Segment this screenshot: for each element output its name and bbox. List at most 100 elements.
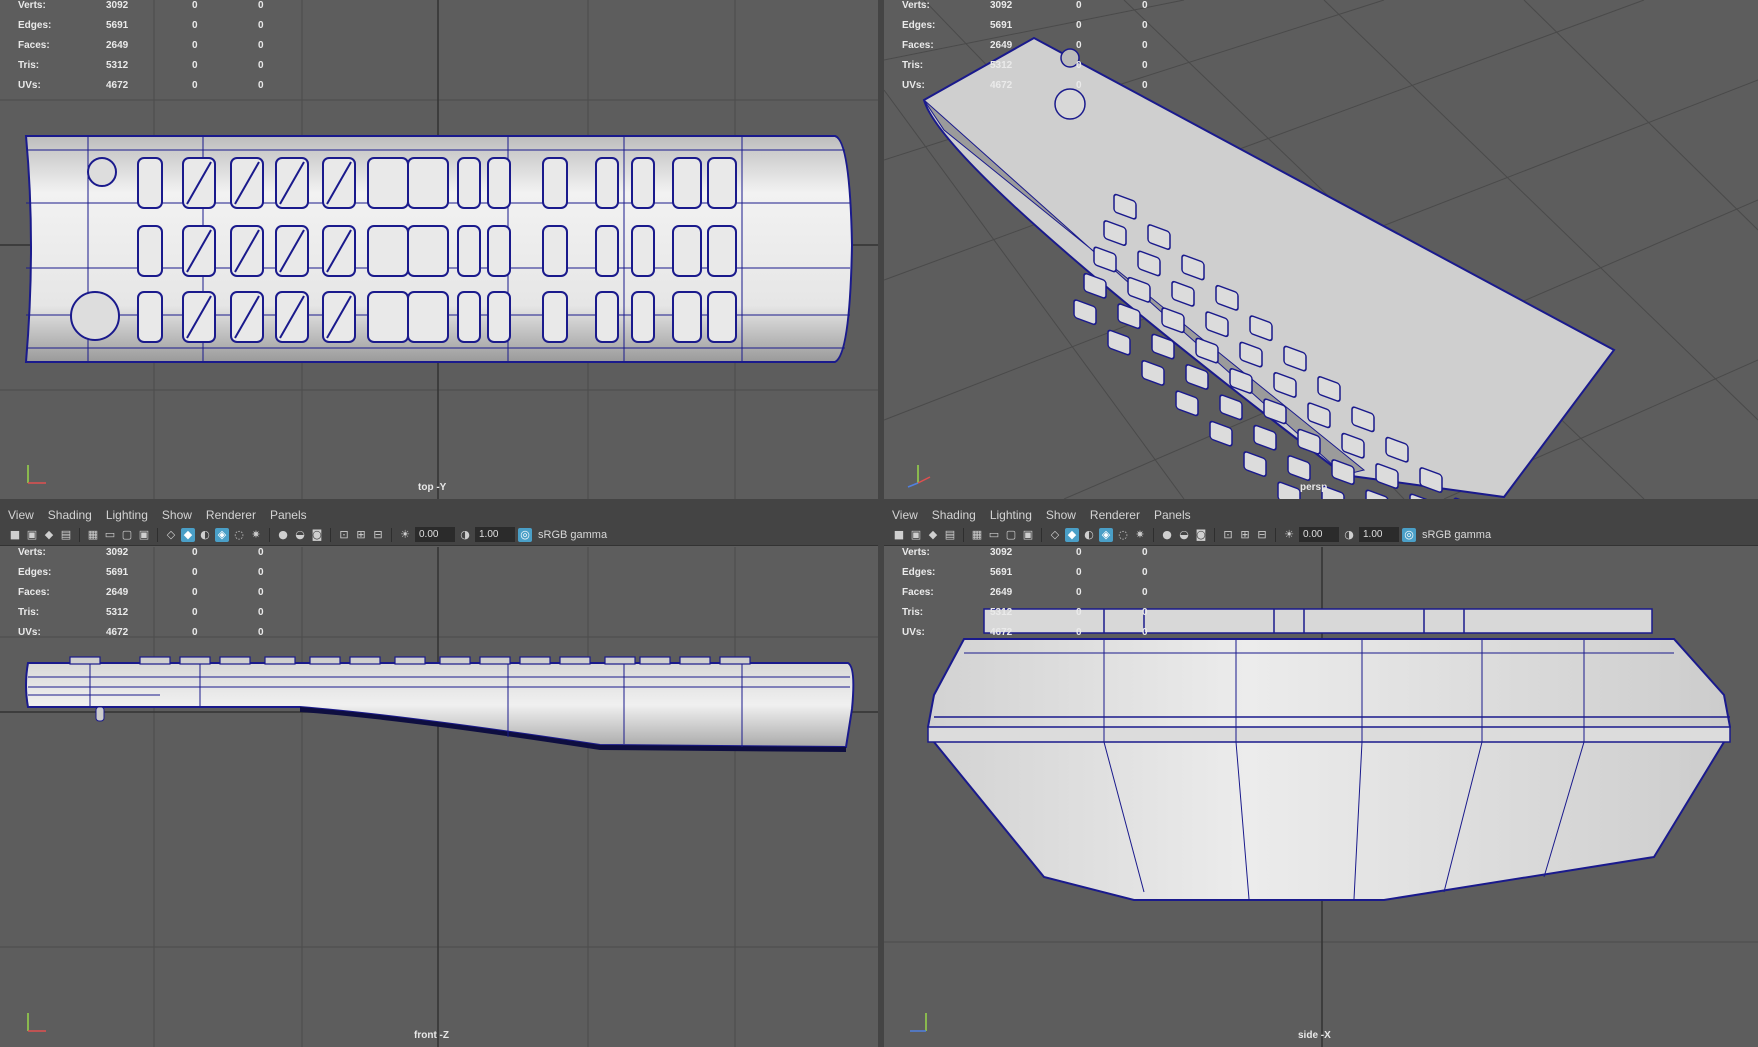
lights-icon[interactable]: ✷ <box>1133 528 1147 542</box>
isolate-icon[interactable]: ⊡ <box>337 528 351 542</box>
textured-icon[interactable]: ◐ <box>1082 528 1096 542</box>
antialias-icon[interactable]: ◙ <box>310 528 324 542</box>
remote-button <box>457 157 481 209</box>
menu-renderer[interactable]: Renderer <box>1090 508 1140 522</box>
viewport-front[interactable]: View Shading Lighting Show Renderer Pane… <box>0 506 878 1047</box>
remote-button <box>519 656 551 665</box>
ambient-occlusion-icon[interactable]: ◒ <box>293 528 307 542</box>
antialias-icon[interactable]: ◙ <box>1194 528 1208 542</box>
remote-button <box>639 656 671 665</box>
remote-button <box>137 157 163 209</box>
remote-button <box>407 291 449 343</box>
color-space-label[interactable]: sRGB gamma <box>538 529 607 541</box>
safe-action-icon[interactable]: ▣ <box>1021 528 1035 542</box>
menu-view[interactable]: View <box>8 508 34 522</box>
xray-joints-icon[interactable]: ⊞ <box>1238 528 1252 542</box>
remote-button <box>1219 394 1243 421</box>
film-gate-icon[interactable]: ▭ <box>103 528 117 542</box>
remote-button <box>137 291 163 343</box>
gamma-icon[interactable]: ◑ <box>1342 528 1356 542</box>
remote-button <box>394 656 426 665</box>
remote-button <box>457 291 481 343</box>
remote-button <box>367 157 409 209</box>
smooth-shade-icon[interactable]: ◆ <box>1065 527 1079 542</box>
image-plane-icon[interactable]: ▤ <box>943 528 957 542</box>
grid-icon[interactable]: ▦ <box>970 528 984 542</box>
menu-shading[interactable]: Shading <box>48 508 92 522</box>
gamma-field[interactable]: 1.00 <box>475 527 515 542</box>
xray-icon[interactable]: ◌ <box>232 528 246 542</box>
xray-active-icon[interactable]: ⊟ <box>371 528 385 542</box>
wireframe-icon[interactable]: ◇ <box>164 528 178 542</box>
exposure-icon[interactable]: ☀ <box>1282 528 1296 542</box>
exposure-icon[interactable]: ☀ <box>398 528 412 542</box>
axis-gizmo-icon <box>910 1013 927 1032</box>
remote-button <box>595 225 619 277</box>
menu-panels[interactable]: Panels <box>270 508 307 522</box>
remote-button <box>559 656 591 665</box>
camera-attr-icon[interactable]: ▣ <box>909 528 923 542</box>
remote-button <box>631 157 655 209</box>
resolution-gate-icon[interactable]: ▢ <box>120 528 134 542</box>
remote-button <box>179 656 211 665</box>
menu-shading[interactable]: Shading <box>932 508 976 522</box>
remote-button <box>1243 451 1267 477</box>
camera-icon[interactable]: ■ <box>892 528 906 542</box>
remote-button <box>707 157 737 209</box>
xray-active-icon[interactable]: ⊟ <box>1255 528 1269 542</box>
menu-lighting[interactable]: Lighting <box>106 508 148 522</box>
xray-joints-icon[interactable]: ⊞ <box>354 528 368 542</box>
isolate-icon[interactable]: ⊡ <box>1221 528 1235 542</box>
remote-button <box>542 291 568 343</box>
wireframe-on-shaded-icon[interactable]: ◈ <box>215 527 229 542</box>
camera-icon[interactable]: ■ <box>8 528 22 542</box>
camera-attr-icon[interactable]: ▣ <box>25 528 39 542</box>
menu-renderer[interactable]: Renderer <box>206 508 256 522</box>
remote-button <box>487 225 511 277</box>
smooth-shade-icon[interactable]: ◆ <box>181 527 195 542</box>
menu-show[interactable]: Show <box>162 508 192 522</box>
exposure-field[interactable]: 0.00 <box>1299 527 1339 542</box>
shadows-icon[interactable]: ● <box>1160 528 1174 542</box>
menu-view[interactable]: View <box>892 508 918 522</box>
viewport-top[interactable]: Verts: 3092 0 0 Edges: 5691 0 0 Faces: 2649 0 0 T… <box>0 0 878 499</box>
gamma-field[interactable]: 1.00 <box>1359 527 1399 542</box>
menu-panels[interactable]: Panels <box>1154 508 1191 522</box>
color-management-icon[interactable]: ◎ <box>518 527 532 542</box>
grid-icon[interactable]: ▦ <box>86 528 100 542</box>
axis-gizmo-icon <box>907 465 931 488</box>
gamma-icon[interactable]: ◑ <box>458 528 472 542</box>
menu-lighting[interactable]: Lighting <box>990 508 1032 522</box>
exposure-field[interactable]: 0.00 <box>415 527 455 542</box>
bookmark-icon[interactable]: ◆ <box>926 528 940 542</box>
remote-button <box>309 656 341 665</box>
camera-label: front -Z <box>414 1030 449 1041</box>
film-gate-icon[interactable]: ▭ <box>987 528 1001 542</box>
resolution-gate-icon[interactable]: ▢ <box>1004 528 1018 542</box>
image-plane-icon[interactable]: ▤ <box>59 528 73 542</box>
remote-button <box>479 656 511 665</box>
color-management-icon[interactable]: ◎ <box>1402 527 1416 542</box>
viewport-persp[interactable]: Verts: 3092 0 0 Edges: 5691 0 0 Faces: 2649 0 0 T… <box>884 0 1758 499</box>
remote-button <box>595 291 619 343</box>
viewport-toolbar: ■ ▣ ◆ ▤ ▦ ▭ ▢ ▣ ◇ ◆ ◐ ◈ ◌ ✷ ● ◒ ◙ ⊡ ⊞ ⊟ … <box>884 524 1758 546</box>
bookmark-icon[interactable]: ◆ <box>42 528 56 542</box>
color-space-label[interactable]: sRGB gamma <box>1422 529 1491 541</box>
viewport-toolbar: ■ ▣ ◆ ▤ ▦ ▭ ▢ ▣ ◇ ◆ ◐ ◈ ◌ ✷ ● ◒ ◙ ⊡ ⊞ ⊟ … <box>0 524 878 546</box>
remote-button <box>367 225 409 277</box>
shadows-icon[interactable]: ● <box>276 528 290 542</box>
textured-icon[interactable]: ◐ <box>198 528 212 542</box>
ambient-occlusion-icon[interactable]: ◒ <box>1177 528 1191 542</box>
wireframe-icon[interactable]: ◇ <box>1048 528 1062 542</box>
viewport-side[interactable]: View Shading Lighting Show Renderer Pane… <box>884 506 1758 1047</box>
safe-action-icon[interactable]: ▣ <box>137 528 151 542</box>
remote-button <box>1253 424 1277 451</box>
wireframe-on-shaded-icon[interactable]: ◈ <box>1099 527 1113 542</box>
xray-icon[interactable]: ◌ <box>1116 528 1130 542</box>
menu-show[interactable]: Show <box>1046 508 1076 522</box>
remote-button <box>1209 420 1233 447</box>
remote-button <box>349 656 381 665</box>
viewport-menubar: View Shading Lighting Show Renderer Pane… <box>884 506 1758 524</box>
remote-button <box>264 656 296 665</box>
lights-icon[interactable]: ✷ <box>249 528 263 542</box>
